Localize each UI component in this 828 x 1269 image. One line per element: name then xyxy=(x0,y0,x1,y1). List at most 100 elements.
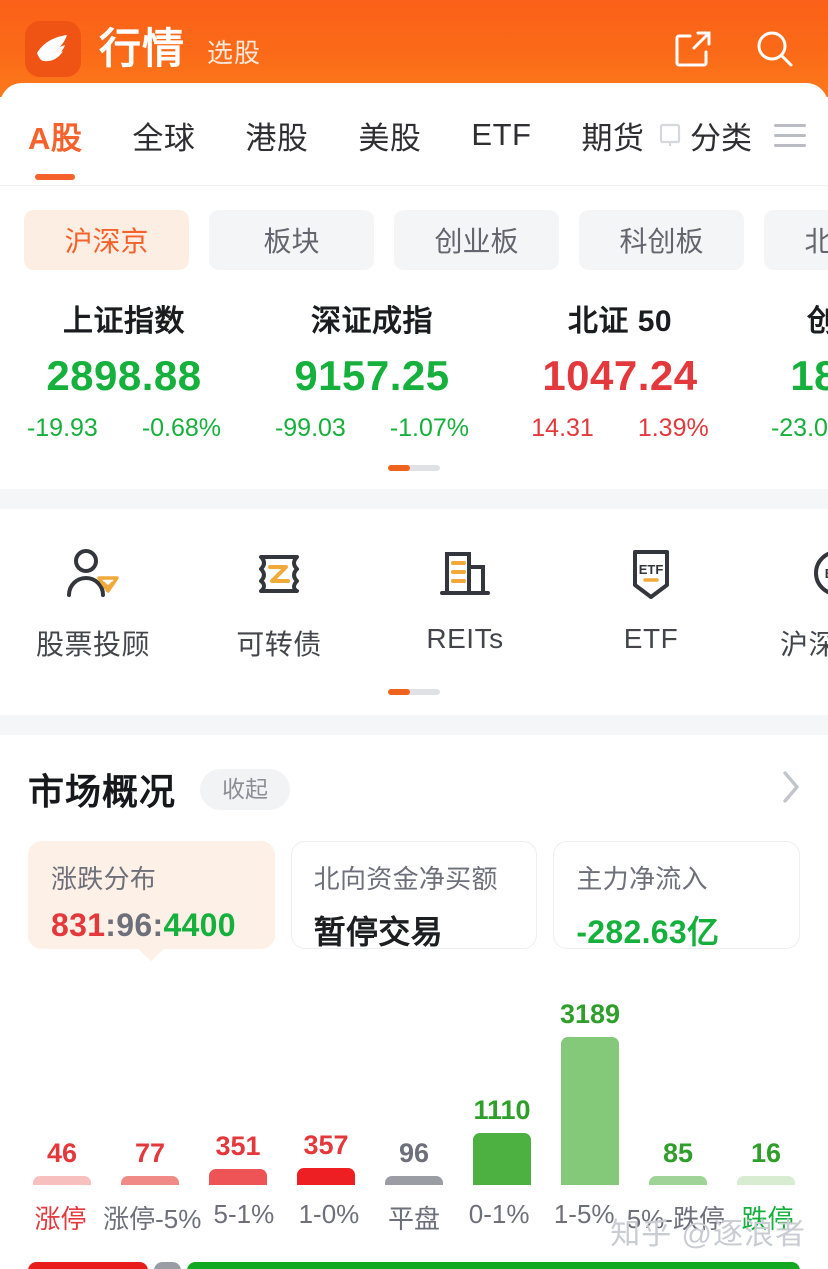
chart-bar-value: 46 xyxy=(46,1138,78,1168)
quick-entry-advisor[interactable]: 股票投顾 xyxy=(0,543,186,663)
quick-entry-label: 股票投顾 xyxy=(35,629,150,660)
tooltip-arrow xyxy=(136,947,167,961)
quick-entry-hsgt[interactable]: ETF 沪深股通 xyxy=(744,543,828,663)
header-subtitle[interactable]: 选股 xyxy=(207,31,261,66)
chart-bar-column[interactable]: 1110 xyxy=(458,1097,546,1185)
chart-bar-value: 357 xyxy=(303,1130,349,1160)
chart-axis-label: 0-1% xyxy=(468,1199,530,1229)
stat-card-main-net-inflow[interactable]: 主力净流入 -282.63亿 xyxy=(553,841,801,950)
index-change: -23.05 xyxy=(770,414,828,442)
pager-track[interactable] xyxy=(388,465,440,471)
chart-bar-column[interactable]: 357 xyxy=(282,1132,370,1185)
ratio-segment-flat xyxy=(154,1262,181,1269)
market-quotes-screen: 行情 选股 A股 全球 港股 美股 ETF 期货 分类 沪深京 板块 创业板 科… xyxy=(0,0,828,1269)
stat-card-value: 831:96:4400 xyxy=(51,907,254,944)
index-percent: -1.07% xyxy=(389,414,470,442)
up-count: 831 xyxy=(51,907,106,943)
chart-bar xyxy=(561,1037,619,1185)
index-name: 创业板指 xyxy=(807,305,828,338)
quick-entry-carousel[interactable]: 股票投顾 可转债 REITs ETF ETF 沪深 xyxy=(0,509,828,663)
tab-futures[interactable]: 期货 xyxy=(577,113,648,158)
chip-chuangyeban[interactable]: 创业板 xyxy=(394,210,559,270)
tab-etf[interactable]: ETF xyxy=(467,117,535,153)
external-link-icon[interactable] xyxy=(664,20,722,78)
tab-categories[interactable]: 分类 xyxy=(690,113,752,158)
board-filter-scroller[interactable]: 沪深京 板块 创业板 科创板 北交所 xyxy=(0,186,828,270)
tab-global[interactable]: 全球 xyxy=(128,113,199,158)
etf-circle-icon: ETF xyxy=(744,543,828,605)
tab-active-underline xyxy=(35,173,76,180)
tabs-right-group: 分类 xyxy=(658,113,806,158)
quick-entry-label: REITs xyxy=(426,623,504,654)
quote-app-logo-icon xyxy=(37,34,67,61)
chart-bar-column[interactable]: 85 xyxy=(634,1140,722,1185)
stat-card-updown-distribution[interactable]: 涨跌分布 831:96:4400 xyxy=(28,841,275,961)
chip-bankuai[interactable]: 板块 xyxy=(209,210,374,270)
chip-hushenjing[interactable]: 沪深京 xyxy=(24,210,189,270)
index-value: 1804.17 xyxy=(790,352,828,399)
chart-bar-column[interactable]: 46 xyxy=(18,1140,106,1185)
advisor-person-icon xyxy=(0,543,186,605)
collapse-button[interactable]: 收起 xyxy=(200,768,291,810)
index-percent: 1.39% xyxy=(637,414,709,442)
index-value: 2898.88 xyxy=(46,352,202,399)
chart-bar-column[interactable]: 77 xyxy=(106,1140,194,1185)
tab-us-shares[interactable]: 美股 xyxy=(354,113,425,158)
index-card-beizheng50[interactable]: 北证 50 1047.24 14.31 1.39% xyxy=(496,296,744,443)
stat-card-label: 北向资金净买额 xyxy=(313,864,498,894)
chart-bar xyxy=(121,1176,179,1185)
index-carousel-pager xyxy=(0,465,828,471)
chart-bar-column[interactable]: 16 xyxy=(722,1140,810,1185)
index-change-row: -19.93 -0.68% xyxy=(4,414,244,443)
pager-track[interactable] xyxy=(388,689,440,695)
quick-entry-reits[interactable]: REITs xyxy=(372,543,558,663)
app-logo xyxy=(25,20,81,77)
quick-entry-pager xyxy=(0,689,828,695)
chip-beijiaosuo[interactable]: 北交所 xyxy=(764,210,828,270)
chart-bar-column[interactable]: 96 xyxy=(370,1140,458,1185)
chart-bar xyxy=(297,1168,355,1185)
index-carousel[interactable]: 上证指数 2898.88 -19.93 -0.68% 深证成指 9157.25 … xyxy=(0,270,828,443)
market-tabs: A股 全球 港股 美股 ETF 期货 分类 xyxy=(0,83,828,180)
index-card-shanghai[interactable]: 上证指数 2898.88 -19.93 -0.68% xyxy=(0,296,248,443)
stat-card-value: 暂停交易 xyxy=(313,914,443,950)
chart-bar-value: 1110 xyxy=(473,1095,531,1125)
index-name: 北证 50 xyxy=(567,305,673,338)
chart-bar xyxy=(33,1176,91,1185)
index-change: -19.93 xyxy=(26,414,98,442)
index-value: 1047.24 xyxy=(542,352,698,399)
chart-bar xyxy=(473,1133,531,1185)
tab-a-shares[interactable]: A股 xyxy=(24,113,86,180)
watermark: 知乎 @逐浪者 xyxy=(610,1218,806,1251)
chart-axis-label: 5-1% xyxy=(213,1199,275,1229)
index-card-shenzhen[interactable]: 深证成指 9157.25 -99.03 -1.07% xyxy=(248,296,496,443)
index-change-row: -23.05 -1.26% xyxy=(748,414,828,443)
page-title: 行情 xyxy=(99,24,186,72)
index-change-row: 14.31 1.39% xyxy=(500,414,740,443)
chart-bar-column[interactable]: 3189 xyxy=(546,1001,634,1185)
tab-hk-shares[interactable]: 港股 xyxy=(241,113,312,158)
convertible-bond-icon xyxy=(186,543,372,605)
flag-icon xyxy=(658,122,682,148)
down-count: 4400 xyxy=(163,907,236,943)
index-change: -99.03 xyxy=(274,414,346,442)
quick-entry-etf[interactable]: ETF ETF xyxy=(558,543,744,663)
hamburger-menu-icon[interactable] xyxy=(774,123,806,147)
chip-kechuangban[interactable]: 科创板 xyxy=(579,210,744,270)
stat-card-value: -282.63亿 xyxy=(576,914,720,950)
chart-axis-label: 涨停-5% xyxy=(103,1204,202,1234)
quick-entry-convertible-bond[interactable]: 可转债 xyxy=(186,543,372,663)
chart-axis-label: 平盘 xyxy=(388,1204,441,1234)
index-change: 14.31 xyxy=(531,414,594,442)
ratio-separator: : xyxy=(152,907,164,943)
search-icon[interactable] xyxy=(746,20,804,78)
market-stat-cards: 涨跌分布 831:96:4400 北向资金净买额 暂停交易 主力净流入 -282… xyxy=(0,815,828,961)
chart-bar-column[interactable]: 351 xyxy=(194,1133,282,1185)
board-filter-chips: 沪深京 板块 创业板 科创板 北交所 xyxy=(24,210,828,270)
pager-thumb xyxy=(388,689,410,695)
index-card-chuangyebanzhi[interactable]: 创业板指 1804.17 -23.05 -1.26% xyxy=(744,296,828,443)
chart-bar-value: 96 xyxy=(398,1138,430,1168)
index-percent: -0.68% xyxy=(141,414,222,442)
chevron-right-icon[interactable] xyxy=(780,768,802,811)
stat-card-northbound-net-buy[interactable]: 北向资金净买额 暂停交易 xyxy=(290,841,538,950)
